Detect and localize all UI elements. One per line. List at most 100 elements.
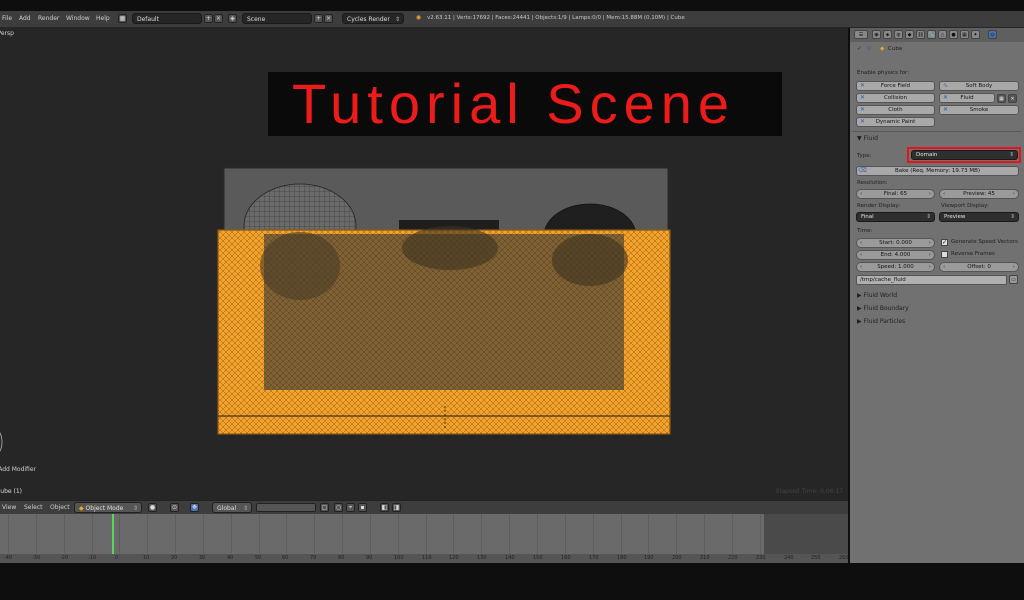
smoke-icon: ✕ [942,106,949,113]
final-resolution-field[interactable]: Final: 65 [856,189,935,199]
pin-icon[interactable]: ✓ [857,46,862,52]
layer-lock-icon[interactable]: ▢ [320,503,329,512]
collision-button[interactable]: ✕ Collision [856,93,935,103]
add-layout-icon[interactable]: + [204,14,213,23]
render-icon[interactable]: ◧ [380,503,389,512]
menu-add[interactable]: Add [19,15,31,22]
timeline-tick-label: -20 [60,555,69,561]
menu-view[interactable]: View [2,504,16,511]
scene-render[interactable] [214,166,678,438]
folder-icon[interactable]: ▭ [1009,275,1018,284]
remove-fluid-icon[interactable]: × [1008,94,1017,103]
menu-render[interactable]: Render [38,15,59,22]
viewport-shading-icon[interactable]: ● [148,503,157,512]
offset-field[interactable]: Offset: 0 [939,262,1019,272]
world-tab-icon[interactable]: ◍ [894,30,903,39]
scene-icon[interactable]: ◈ [228,14,237,23]
timeline-tick-label: 260 [839,555,849,561]
timeline-tick-label: 200 [672,555,682,561]
cache-path-field[interactable]: /tmp/cache_fluid [856,275,1007,285]
chevron-updown-icon: ⇕ [1010,214,1015,220]
scene-select[interactable]: Scene [242,13,312,24]
render-anim-icon[interactable]: ◨ [392,503,401,512]
fluid-world-panel[interactable]: ▶ Fluid World [857,292,897,299]
render-engine-value: Cycles Render [347,16,390,23]
fluid-particles-panel[interactable]: ▶ Fluid Particles [857,318,905,325]
reverse-frames-checkbox[interactable] [941,251,948,258]
editor-type-icon[interactable]: ☰ [854,30,868,39]
tutorial-banner: Tutorial Scene [268,72,782,136]
menu-help[interactable]: Help [96,15,110,22]
viewport-display-select[interactable]: Preview ⇕ [939,212,1019,222]
data-tab-icon[interactable]: △ [938,30,947,39]
menu-select[interactable]: Select [24,504,43,511]
fluid-settings-icon[interactable]: ▦ [997,94,1006,103]
render-tab-icon[interactable]: ◉ [872,30,881,39]
menu-window[interactable]: Window [66,15,90,22]
current-frame-marker[interactable] [112,514,114,554]
layer-buttons[interactable] [256,503,316,512]
object-tab-icon[interactable]: ◆ [905,30,914,39]
remove-layout-icon[interactable]: × [214,14,223,23]
resolution-label: Resolution: [857,180,888,186]
scene-tab-icon[interactable]: ◈ [883,30,892,39]
pivot-icon[interactable]: ⊙ [170,503,179,512]
preview-resolution-field[interactable]: Preview: 45 [939,189,1019,199]
menu-object[interactable]: Object [50,504,70,511]
collision-label: Collision [883,95,908,101]
lamp-object[interactable] [0,425,4,459]
timeline-grid-line [732,514,733,554]
physics-tab-icon[interactable]: ◎ [988,30,997,39]
proportional-edit-icon[interactable]: ○ [334,503,343,512]
add-scene-icon[interactable]: + [314,14,323,23]
bake-button[interactable]: ⌫ Bake (Req. Memory: 19.73 MB) [856,166,1019,176]
timeline-tick-label: 240 [784,555,794,561]
mode-select[interactable]: ◆ Object Mode ⇕ [74,502,142,513]
render-engine-select[interactable]: Cycles Render ⇕ [342,13,404,24]
snap-icon[interactable]: ⌖ [346,503,355,512]
dynamic-paint-button[interactable]: ✕ Dynamic Paint [856,117,935,127]
smoke-button[interactable]: ✕ Smoke [939,105,1019,115]
scene-value: Scene [247,16,266,23]
modifiers-tab-icon[interactable]: 🔧 [927,30,936,39]
orientation-select[interactable]: Global ⇕ [212,502,252,513]
timeline-tick-label: 60 [282,555,289,561]
timeline-grid-line [704,514,705,554]
manipulator-icon[interactable]: ✥ [190,503,199,512]
fluid-button[interactable]: ✕ Fluid [939,93,995,103]
material-tab-icon[interactable]: ● [949,30,958,39]
particles-tab-icon[interactable]: ✦ [971,30,980,39]
fluid-panel-header[interactable]: ▼ Fluid [857,135,878,142]
start-time-field[interactable]: Start: 0.000 [856,238,935,248]
render-display-select[interactable]: Final ⇕ [856,212,935,222]
cloth-label: Cloth [888,107,903,113]
timeline-tick-label: 180 [617,555,627,561]
generate-speed-vectors-checkbox[interactable]: ✓ [941,239,948,246]
snap-element-icon[interactable]: ▪ [358,503,367,512]
force-field-button[interactable]: ✕ Force Field [856,81,935,91]
end-time-field[interactable]: End: 4.000 [856,250,935,260]
texture-tab-icon[interactable]: ▦ [960,30,969,39]
render-display-value: Final [861,214,874,220]
fluid-boundary-title: Fluid Boundary [863,305,909,312]
soft-body-button[interactable]: ∿ Soft Body [939,81,1019,91]
timeline[interactable] [0,514,848,554]
timeline-tick-label: 160 [561,555,571,561]
screen-layout-select[interactable]: Default [132,13,202,24]
speed-field[interactable]: Speed: 1.000 [856,262,935,272]
timeline-tick-label: 140 [505,555,515,561]
menu-file[interactable]: File [2,15,12,22]
cloth-button[interactable]: ✕ Cloth [856,105,935,115]
remove-scene-icon[interactable]: × [324,14,333,23]
chevron-updown-icon: ⇕ [242,505,248,512]
screen-layout-icon[interactable]: ▦ [118,14,127,23]
timeline-tick-label: 110 [422,555,432,561]
timeline-ruler: -40 -30 -20 -10 0 10 20 30 40 50 60 70 80 90 100 110 120… [0,554,849,563]
constraints-tab-icon[interactable]: ⛓ [916,30,925,39]
timeline-tick-label: 210 [700,555,710,561]
timeline-grid-line [537,514,538,554]
fluid-boundary-panel[interactable]: ▶ Fluid Boundary [857,305,909,312]
timeline-out-of-range [764,514,848,554]
timeline-grid-line [8,514,9,554]
timeline-tick-label: 70 [310,555,317,561]
